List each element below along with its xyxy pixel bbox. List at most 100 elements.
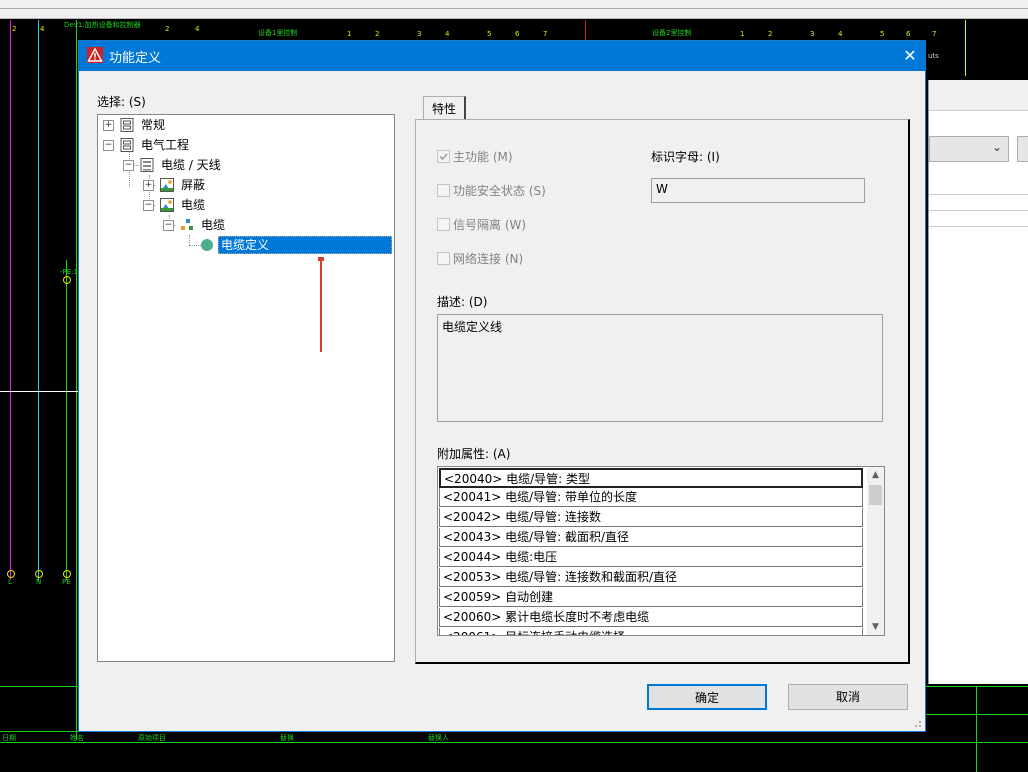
top-strip: [0, 0, 1028, 19]
list-item[interactable]: <20042> 电缆/导管: 连接数: [439, 508, 863, 527]
signal-isolation-label: 信号隔离 (W): [453, 218, 527, 232]
additional-properties-list[interactable]: <20040> 电缆/导管: 类型 <20041> 电缆/导管: 带单位的长度 …: [437, 466, 885, 636]
annotation-line: [320, 260, 322, 352]
safety-state-checkbox[interactable]: [437, 184, 450, 197]
scroll-thumb[interactable]: [869, 485, 882, 505]
select-label: 选择: (S): [97, 95, 146, 109]
ok-button[interactable]: 确定: [647, 684, 767, 710]
scroll-up-icon[interactable]: ▲: [867, 467, 884, 483]
list-item[interactable]: <20043> 电缆/导管: 截面积/直径: [439, 528, 863, 547]
tree-item-cable-antenna[interactable]: − 电缆 / 天线: [98, 155, 392, 175]
collapse-icon[interactable]: −: [143, 200, 154, 211]
terminal-pin: [35, 570, 43, 578]
collapse-icon[interactable]: −: [103, 140, 114, 151]
tree-item-cable[interactable]: − 电缆: [98, 215, 392, 235]
title-bar[interactable]: 功能定义 ✕: [79, 41, 925, 71]
list-item[interactable]: <20059> 自动创建: [439, 588, 863, 607]
expand-icon[interactable]: +: [143, 180, 154, 191]
desc-label: 描述: (D): [437, 295, 488, 309]
terminal-number: 5: [880, 30, 885, 38]
collapse-icon[interactable]: −: [123, 160, 134, 171]
terminal-pin: [63, 276, 71, 284]
cad-frame-line: [0, 686, 78, 687]
scroll-down-icon[interactable]: ▼: [867, 619, 884, 635]
footer-label: 原始项目: [138, 734, 166, 742]
tree-item-label: 电缆: [181, 198, 206, 212]
terminal-number: 1: [740, 30, 745, 38]
cad-border-left: [76, 20, 77, 740]
network-connection-checkbox[interactable]: [437, 252, 450, 265]
tree-item-label: 电缆: [201, 218, 226, 232]
list-item[interactable]: <20044> 电缆:电压: [439, 548, 863, 567]
warning-icon: [87, 47, 103, 63]
tree-item-label: 屏蔽: [181, 178, 206, 192]
vertical-scrollbar[interactable]: ▲ ▼: [867, 467, 884, 635]
annotation-arrowhead: [318, 257, 324, 261]
cad-frame-line: [926, 714, 1028, 715]
main-function-checkbox[interactable]: [437, 150, 450, 163]
terminal-number: 3: [810, 30, 815, 38]
resize-grip-icon[interactable]: [912, 718, 922, 728]
cad-wire-pe: [66, 260, 67, 580]
terminal-number: 3: [417, 30, 422, 38]
close-button[interactable]: ✕: [895, 41, 925, 71]
cad-label: N: [36, 578, 42, 586]
cad-frame-line: [926, 686, 1028, 687]
terminal-number: 7: [543, 30, 548, 38]
cad-label: 设备1里控制: [258, 29, 298, 37]
function-definition-dialog: 功能定义 ✕ 选择: (S) + 常规 − 电气工程 − 电缆 / 天线 + 屏…: [78, 40, 926, 732]
signal-isolation-checkbox[interactable]: [437, 218, 450, 231]
desc-field[interactable]: 电缆定义线: [437, 314, 883, 422]
list-item[interactable]: <20061> 目标连接手动电缆选择: [439, 628, 863, 635]
tree-item-label: 电气工程: [141, 138, 190, 152]
terminal-number: 1: [347, 30, 352, 38]
background-combo[interactable]: ⌄: [929, 136, 1009, 162]
list-item[interactable]: <20040> 电缆/导管: 类型: [439, 468, 863, 488]
ident-label: 标识字母: (I): [651, 150, 720, 164]
network-connection-label: 网络连接 (N): [453, 252, 524, 266]
tree-item-label: 常规: [141, 118, 166, 132]
cancel-button[interactable]: 取消: [788, 684, 908, 710]
footer-label: 替换: [280, 734, 294, 742]
collapse-icon[interactable]: −: [163, 220, 174, 231]
checkmark-icon: [439, 153, 448, 161]
tree-item-general[interactable]: + 常规: [98, 115, 392, 135]
list-item[interactable]: <20060> 累计电缆长度时不考虑电缆: [439, 608, 863, 627]
background-button[interactable]: [1017, 136, 1028, 162]
terminal-number: 4: [195, 25, 200, 33]
terminal-number: 2: [165, 25, 170, 33]
green-dot-icon: [201, 239, 213, 251]
list-item[interactable]: <20041> 电缆/导管: 带单位的长度: [439, 488, 863, 507]
tree-item-cable-group[interactable]: − 电缆: [98, 195, 392, 215]
tab-properties[interactable]: 特性: [423, 96, 466, 121]
function-tree[interactable]: + 常规 − 电气工程 − 电缆 / 天线 + 屏蔽 − 电缆 − 电缆 电缆定…: [97, 114, 395, 662]
image-icon: [160, 198, 174, 212]
terminal-number: 2: [768, 30, 773, 38]
folder-page-icon: [120, 138, 134, 152]
cad-label: -PE:1: [60, 268, 78, 276]
terminal-number: 4: [838, 30, 843, 38]
cable-group-icon: [140, 158, 154, 172]
cad-frame-line: [976, 686, 977, 772]
list-item[interactable]: <20053> 电缆/导管: 连接数和截面积/直径: [439, 568, 863, 587]
cad-wire-red: [585, 20, 586, 40]
cad-hline: [0, 391, 78, 392]
tree-item-cable-definition[interactable]: 电缆定义: [98, 235, 392, 255]
tree-item-shield[interactable]: + 屏蔽: [98, 175, 392, 195]
cad-label: PE: [62, 578, 71, 586]
dialog-title: 功能定义: [109, 51, 162, 66]
footer-label: 替换人: [428, 734, 449, 742]
tree-item-electrical[interactable]: − 电气工程: [98, 135, 392, 155]
cad-label: Dev1:加热设备和控制器: [64, 21, 141, 29]
panel-header: [929, 80, 1028, 111]
cad-label: L: [8, 578, 12, 586]
folder-page-icon: [120, 118, 134, 132]
terminal-pin: [7, 570, 15, 578]
props-label: 附加属性: (A): [437, 447, 511, 461]
expand-icon[interactable]: +: [103, 120, 114, 131]
cad-wire-l: [10, 20, 11, 580]
chevron-down-icon: ⌄: [991, 140, 1002, 154]
footer-label: 日期: [2, 734, 16, 742]
ident-field[interactable]: W: [651, 178, 865, 203]
main-function-label: 主功能 (M): [453, 150, 513, 164]
